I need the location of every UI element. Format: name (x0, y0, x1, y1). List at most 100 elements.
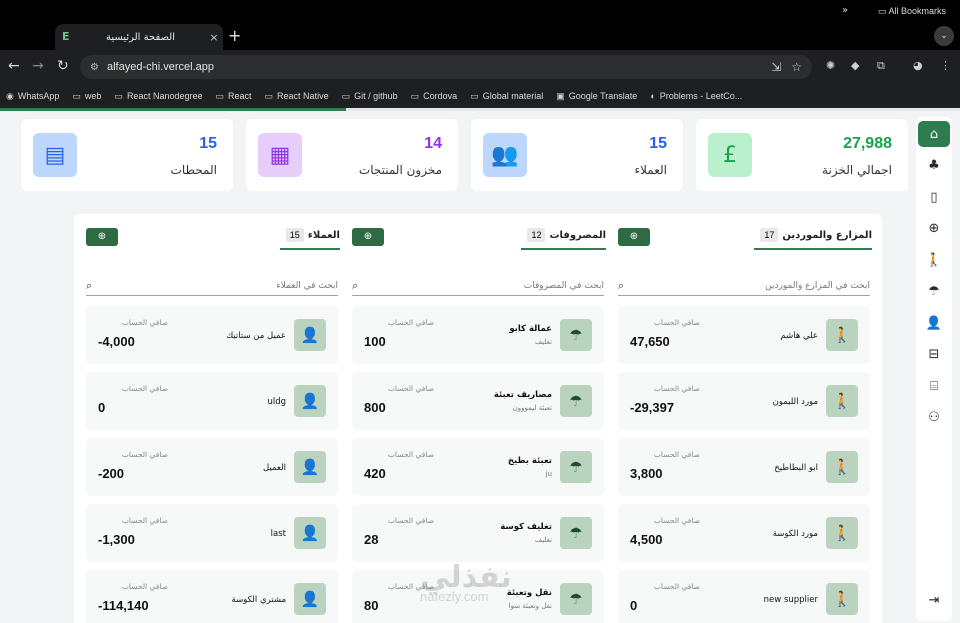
list-item[interactable]: 🚶 مورد الليمون صافي الحساب -29,397 (618, 372, 870, 430)
tab-close-icon[interactable]: × (205, 31, 223, 44)
balance-label: صافي الحساب (387, 318, 434, 327)
search-icon[interactable]: ⌕ (618, 279, 624, 293)
all-bookmarks-button[interactable]: ▭ All Bookmarks (878, 6, 946, 17)
bookmark-item[interactable]: ◐ Problems - LeetCo... (650, 91, 742, 101)
list-item[interactable]: ☂ عمالة كابو تغليف صافي الحساب 100 (352, 306, 604, 364)
search-field[interactable]: ⌕ (86, 276, 338, 296)
balance-value: 28 (364, 532, 379, 547)
list-item[interactable]: 👤 مشتري الكوسة صافي الحساب -114,140 (86, 570, 338, 623)
user-icon: 👤 (925, 315, 943, 331)
pound-icon: £ (708, 133, 752, 177)
add-button[interactable]: ⊕ (352, 228, 384, 246)
item-name: عميل من ستاتيك (226, 331, 286, 341)
bookmark-item[interactable]: ▣ Google Translate (556, 91, 637, 102)
list-item[interactable]: 🚶 علي هاشم صافي الحساب 47,650 (618, 306, 870, 364)
logout-button[interactable]: ⇥ (919, 587, 949, 613)
back-arrow-icon[interactable]: ← (8, 58, 20, 74)
list-item[interactable]: 🚶 new supplier صافي الحساب 0 (618, 570, 870, 623)
browser-menu-icon[interactable]: ⋮ (940, 59, 951, 72)
extension-icon[interactable]: ✺ (826, 59, 835, 72)
sidebar-item-add-circle[interactable]: ⊕ (918, 216, 950, 242)
folder-icon: ▭ (215, 90, 225, 101)
list-item[interactable]: 👤 عميل من ستاتيك صافي الحساب -4,000 (86, 306, 338, 364)
umbrella-icon: ☂ (928, 284, 940, 299)
sidebar-item-bank[interactable]: ⌸ (918, 373, 950, 399)
search-input[interactable] (628, 280, 870, 291)
bookmark-label: Global material (482, 91, 544, 101)
balance-value: 47,650 (630, 334, 670, 349)
balance-label: صافي الحساب (653, 582, 700, 591)
sidebar-item-tree[interactable]: ♣ (918, 153, 950, 179)
bookmark-star-icon[interactable]: ☆ (791, 60, 802, 74)
sidebar-item-farmer[interactable]: 🚶 (918, 247, 950, 273)
bookmark-item[interactable]: ▭ Global material (470, 91, 543, 102)
bookmarks-overflow-icon[interactable]: » (842, 5, 848, 16)
list-item[interactable]: ☂ تغليف كوسة تغليف صافي الحساب 28 (352, 504, 604, 562)
item-name: تعبئة بطيخ (507, 456, 552, 466)
item-name: علي هاشم (780, 331, 818, 341)
item-name: uldg (267, 397, 286, 407)
bookmark-label: Cordova (423, 91, 458, 101)
profile-avatar[interactable]: ◕ (913, 59, 923, 72)
panel-title: المصروفات (549, 229, 606, 241)
list-item[interactable]: ☂ مصاريف تعبئة تعبئة ليمووون صافي الحساب 800 (352, 372, 604, 430)
balance-value: 100 (364, 334, 386, 349)
app-favicon-icon: E (62, 30, 70, 43)
balance-label: صافي الحساب (653, 450, 700, 459)
folder-icon: ▭ (410, 90, 420, 101)
list-item[interactable]: 👤 last صافي الحساب -1,300 (86, 504, 338, 562)
sidebar-item-station[interactable]: ▯ (918, 184, 950, 210)
search-icon[interactable]: ⌕ (86, 279, 92, 293)
sidebar-item-home[interactable]: ⌂ (918, 121, 950, 147)
avatar: 👤 (294, 319, 326, 351)
sidebar-item-umbrella[interactable]: ☂ (918, 279, 950, 305)
list-item[interactable]: 🚶 مورد الكوسة صافي الحساب 4,500 (618, 504, 870, 562)
url-text[interactable]: alfayed-chi.vercel.app (107, 61, 771, 73)
bookmark-item[interactable]: ▭ web (72, 91, 101, 102)
search-icon[interactable]: ⌕ (352, 279, 358, 293)
metamask-icon[interactable]: ◆ (851, 59, 859, 72)
forward-arrow-icon[interactable]: → (32, 58, 44, 74)
sidebar-item-user[interactable]: 👤 (918, 310, 950, 336)
install-app-icon[interactable]: ⇲ (771, 60, 781, 74)
search-field[interactable]: ⌕ (618, 276, 870, 296)
tab-search-button[interactable]: ⌄ (934, 26, 954, 46)
sidebar-item-group[interactable]: ⚇ (918, 405, 950, 431)
search-field[interactable]: ⌕ (352, 276, 604, 296)
new-tab-button[interactable]: + (228, 26, 241, 45)
folder-icon: ▭ (72, 90, 81, 101)
stat-card: 27,988 اجمالي الخزنة £ (696, 119, 908, 191)
whatsapp-icon: ◉ (6, 90, 14, 101)
bookmark-item[interactable]: ▭ React Nanodegree (114, 91, 202, 102)
stat-label: اجمالي الخزنة (822, 163, 892, 177)
site-info-icon[interactable]: ⚙ (90, 62, 99, 73)
bookmark-item[interactable]: ▭ Cordova (411, 91, 458, 102)
search-input[interactable] (362, 280, 604, 291)
browser-tab[interactable]: E الصفحة الرئيسية × (55, 24, 223, 50)
balance-label: صافي الحساب (121, 582, 168, 591)
bookmark-label: Git / github (354, 91, 398, 101)
extensions-puzzle-icon[interactable]: ⧉ (877, 59, 885, 73)
balance-label: صافي الحساب (387, 516, 434, 525)
list-item[interactable]: ☂ تعبئة بطيخ ju صافي الحساب 420 (352, 438, 604, 496)
bookmark-item[interactable]: ▭ React (216, 91, 252, 102)
tab-title: الصفحة الرئيسية (106, 31, 175, 43)
address-bar[interactable]: ⚙ alfayed-chi.vercel.app ⇲ ☆ (80, 55, 812, 79)
bookmark-label: React Nanodegree (126, 91, 203, 101)
bookmark-item[interactable]: ▭ Git / github (342, 91, 398, 102)
list-item[interactable]: 👤 العميل صافي الحساب -200 (86, 438, 338, 496)
balance-value: 800 (364, 400, 386, 415)
item-name: new supplier (763, 595, 818, 605)
avatar: 🚶 (826, 517, 858, 549)
search-input[interactable] (96, 280, 338, 291)
reload-icon[interactable]: ↻ (57, 58, 69, 74)
add-button[interactable]: ⊕ (618, 228, 650, 246)
list-item[interactable]: 🚶 ابو البطاطيخ صافي الحساب 3,800 (618, 438, 870, 496)
add-button[interactable]: ⊕ (86, 228, 118, 246)
add-circle-icon: ⊕ (97, 231, 107, 242)
bookmark-item[interactable]: ▭ React Native (265, 91, 329, 102)
bookmark-item[interactable]: ◉ WhatsApp (6, 91, 59, 102)
bookmark-label: Google Translate (568, 91, 638, 101)
sidebar-item-inbox[interactable]: ⊟ (918, 342, 950, 368)
list-item[interactable]: 👤 uldg صافي الحساب 0 (86, 372, 338, 430)
